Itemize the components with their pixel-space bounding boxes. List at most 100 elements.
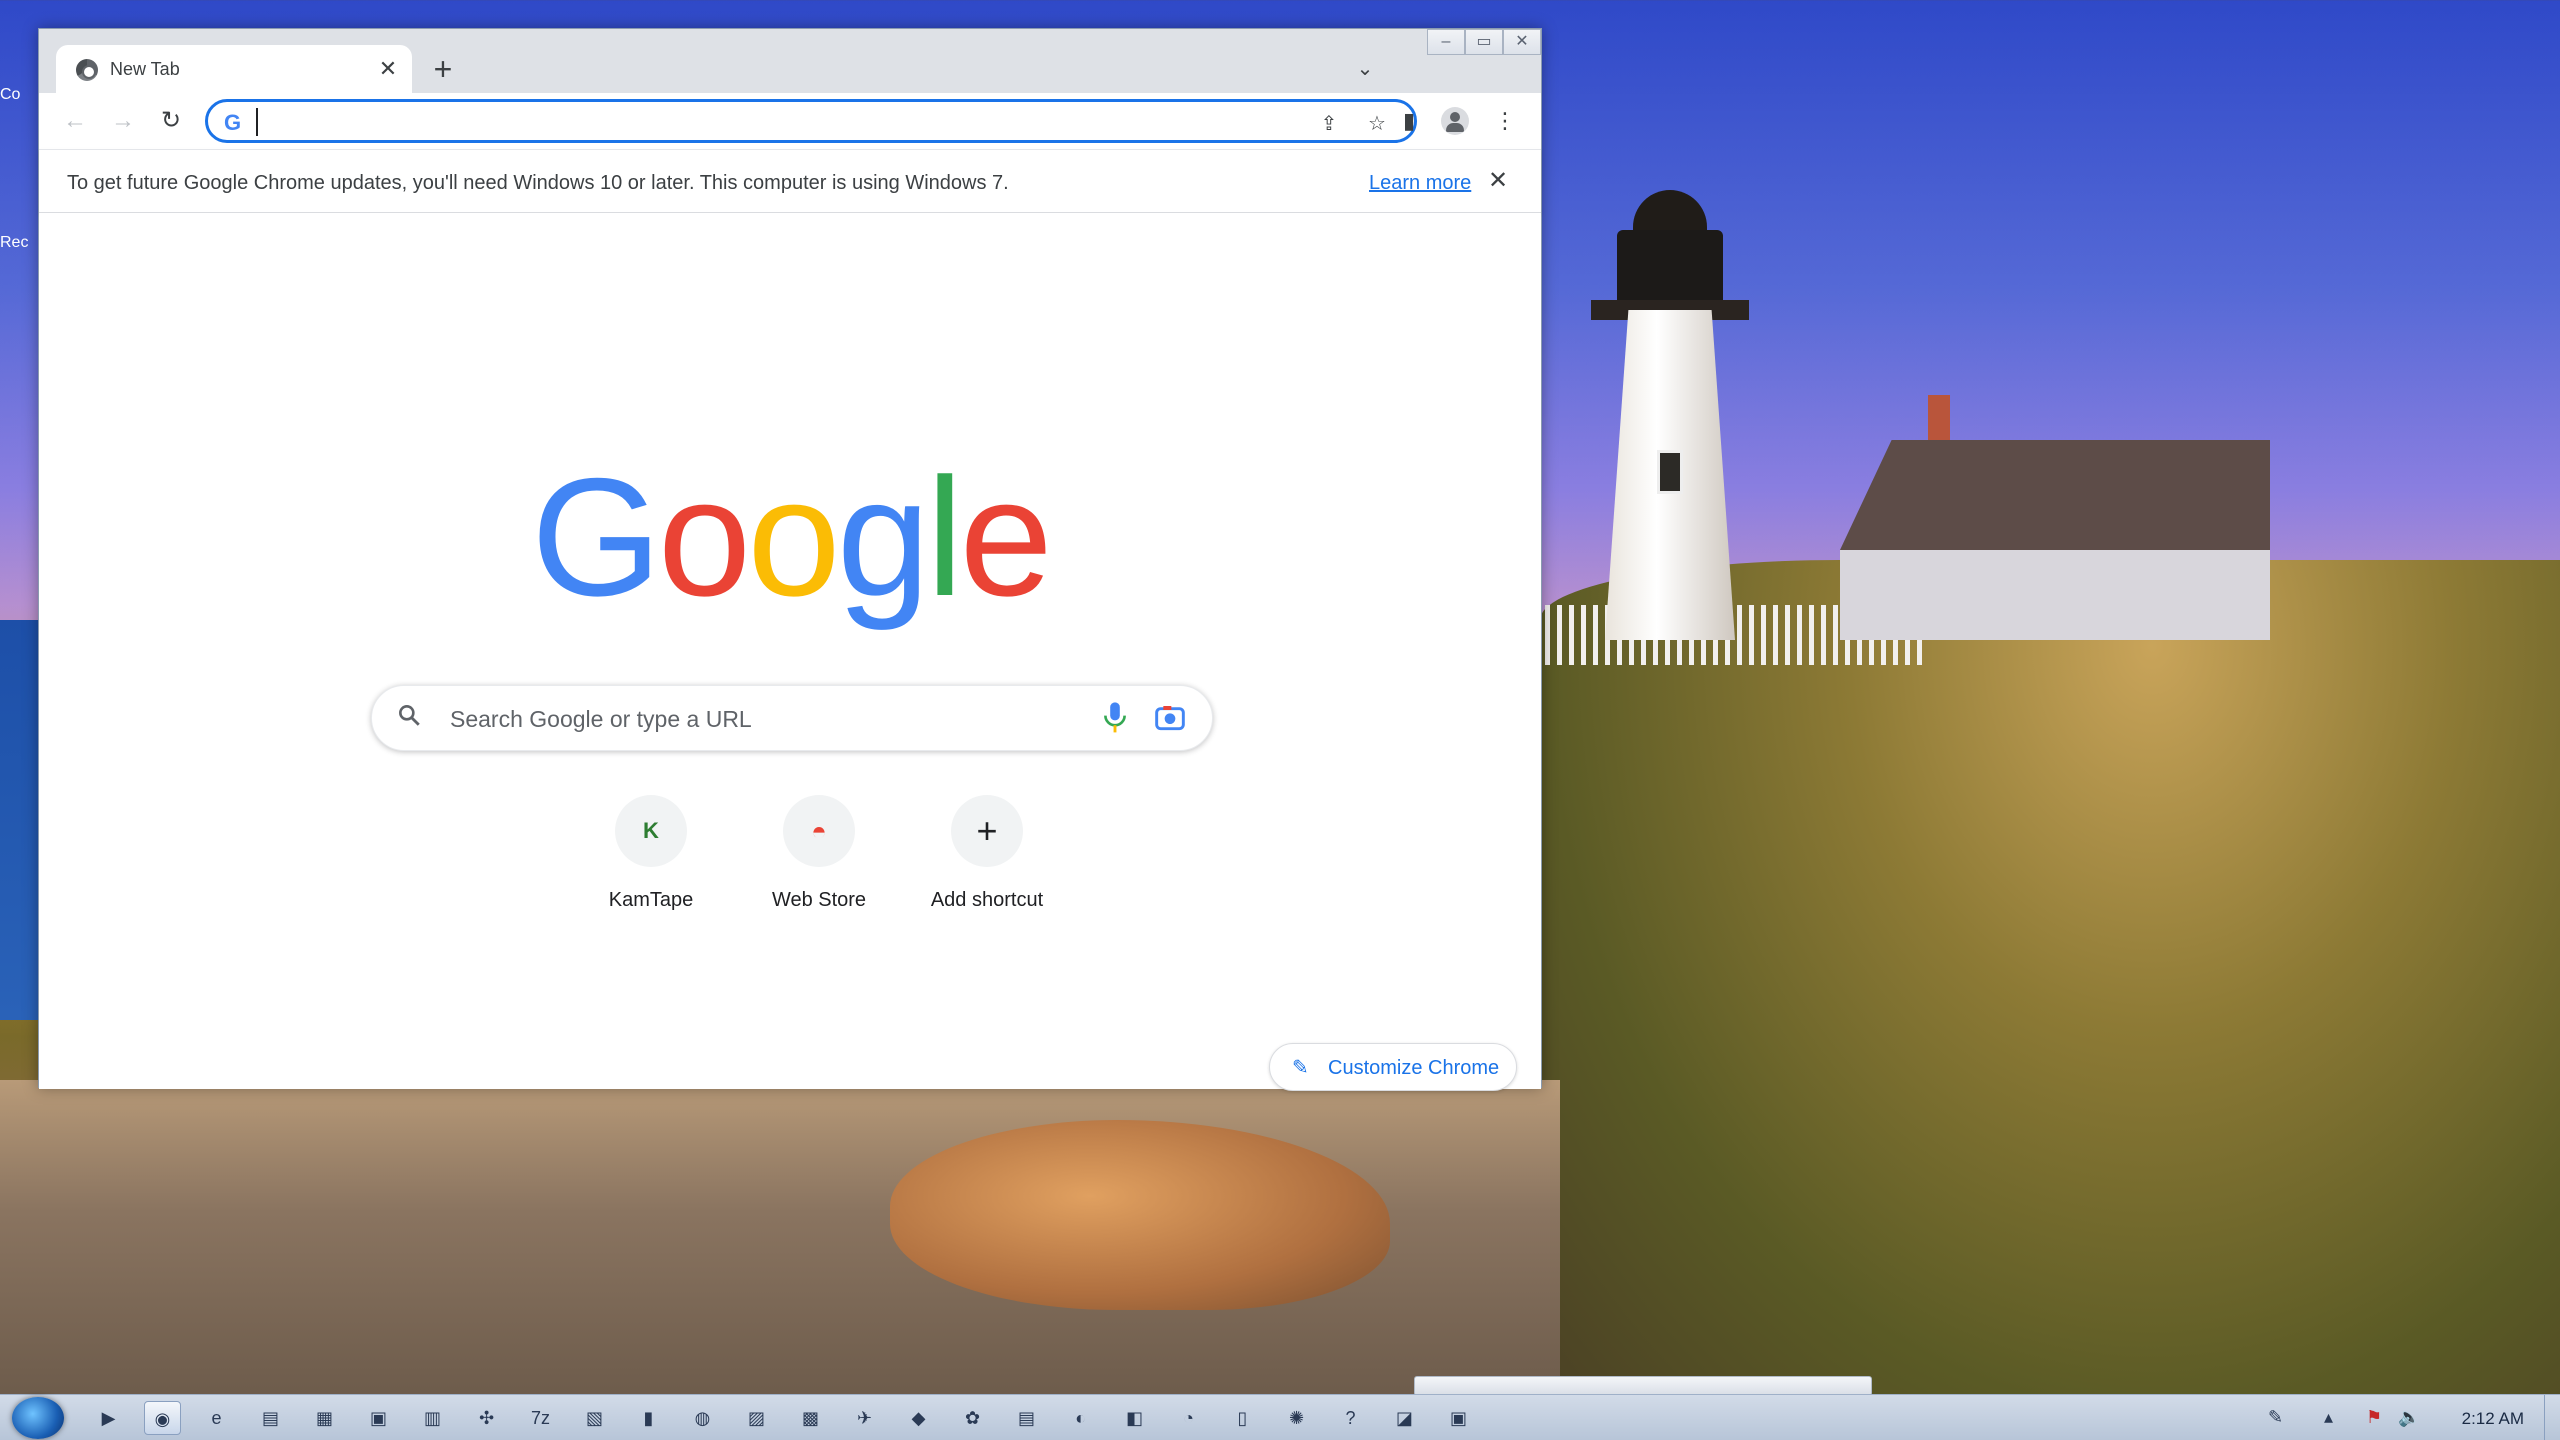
volume-icon[interactable]: 🔈 <box>2398 1407 2420 1428</box>
taskbar-clock[interactable]: 2:12 AM <box>2462 1409 2524 1429</box>
pen-tray-icon[interactable]: ✎ <box>2268 1407 2283 1428</box>
side-panel-icon[interactable]: ▮ <box>1391 103 1427 139</box>
show-desktop-button[interactable] <box>2544 1395 2560 1440</box>
shortcut-add[interactable]: + Add shortcut <box>915 795 1059 925</box>
browser-toolbar: ← → ↻ G ⇪ ☆ ▮ ⋮ <box>39 93 1541 149</box>
chrome-window: New Tab ✕ + ⌄ – ▭ ✕ ← → ↻ G ⇪ ☆ ▮ ⋮ To g… <box>38 28 1542 1091</box>
desktop-icon-label: Rec <box>0 234 29 251</box>
lighthouse-lantern <box>1617 230 1723 310</box>
taskbar-app[interactable]: ✿ <box>954 1401 991 1435</box>
address-bar[interactable]: G ⇪ ☆ <box>205 99 1417 143</box>
lighthouse-window <box>1657 450 1683 494</box>
tab-title: New Tab <box>110 59 180 79</box>
shortcut-kamtape[interactable]: K KamTape <box>579 795 723 925</box>
kamtape-icon: K <box>615 795 687 867</box>
desktop-icon-computer[interactable]: Co <box>0 86 40 104</box>
taskbar-app[interactable]: ▤ <box>1008 1401 1045 1435</box>
chrome-menu-icon[interactable]: ⋮ <box>1487 103 1523 139</box>
taskbar-app[interactable]: ▥ <box>414 1401 451 1435</box>
logo-letter: l <box>926 443 963 631</box>
minimize-button[interactable]: – <box>1427 29 1465 55</box>
taskbar-app[interactable]: ▮ <box>630 1401 667 1435</box>
tab-search-chevron-icon[interactable]: ⌄ <box>1351 55 1379 83</box>
logo-letter: g <box>836 443 930 631</box>
start-button[interactable] <box>12 1397 64 1439</box>
chrome-favicon-icon <box>76 59 98 81</box>
tab-strip: New Tab ✕ + ⌄ – ▭ ✕ <box>39 29 1541 93</box>
infobar-message: To get future Google Chrome updates, you… <box>67 172 1009 194</box>
desktop-icon-recycle-bin[interactable]: Rec <box>0 234 40 252</box>
taskbar-app[interactable]: ✈ <box>846 1401 883 1435</box>
taskbar-app[interactable]: ▦ <box>306 1401 343 1435</box>
taskbar-app[interactable]: ◐ <box>1062 1401 1099 1435</box>
share-icon[interactable]: ⇪ <box>1314 109 1344 139</box>
taskbar-app[interactable]: ▨ <box>738 1401 775 1435</box>
customize-chrome-label: Customize Chrome <box>1328 1057 1500 1079</box>
address-input[interactable] <box>256 108 1256 136</box>
web-store-icon: ◓ <box>783 795 855 867</box>
wallpaper-roof <box>1840 440 2270 550</box>
logo-letter: o <box>657 443 751 631</box>
taskbar-app[interactable]: ▣ <box>360 1401 397 1435</box>
search-placeholder: Search Google or type a URL <box>450 706 752 732</box>
taskbar-app-internet-explorer[interactable]: e <box>198 1401 235 1435</box>
taskbar-app[interactable]: ▩ <box>792 1401 829 1435</box>
wallpaper-lighthouse <box>1575 150 1765 640</box>
shortcut-label: Web Store <box>771 889 867 911</box>
infobar-close-icon[interactable]: ✕ <box>1483 166 1513 196</box>
forward-arrow-icon[interactable]: → <box>105 103 141 139</box>
maximize-button[interactable]: ▭ <box>1465 29 1503 55</box>
taskbar-app[interactable]: ◪ <box>1386 1401 1423 1435</box>
desktop-icon-label: Co <box>0 86 21 103</box>
wallpaper-hill <box>1540 560 2560 1420</box>
logo-letter: o <box>747 443 840 631</box>
shortcut-label: Add shortcut <box>930 889 1044 911</box>
learn-more-link[interactable]: Learn more <box>1369 172 1471 195</box>
taskbar-app-chrome[interactable]: ◉ <box>144 1401 181 1435</box>
action-center-flag-icon[interactable]: ⚑ <box>2366 1407 2382 1428</box>
google-lens-icon[interactable] <box>1154 702 1186 734</box>
back-arrow-icon[interactable]: ← <box>57 103 93 139</box>
taskbar-app[interactable]: ▧ <box>576 1401 613 1435</box>
close-window-button[interactable]: ✕ <box>1503 29 1541 55</box>
taskbar-app-media-player[interactable]: ▶ <box>90 1401 127 1435</box>
taskbar-app-firefox[interactable]: ◍ <box>684 1401 721 1435</box>
taskbar-app[interactable]: ▣ <box>1440 1401 1477 1435</box>
system-tray: ✎ ▴ ⚑ 🔈 2:12 AM <box>2260 1395 2560 1440</box>
taskbar-app[interactable]: ▯ <box>1224 1401 1261 1435</box>
taskbar: ▶ ◉ e ▤ ▦ ▣ ▥ ✣ 7z ▧ ▮ ◍ ▨ ▩ ✈ ◆ ✿ ▤ ◐ ◧… <box>0 1394 2560 1440</box>
google-g-icon: G <box>224 110 242 135</box>
window-controls: – ▭ ✕ <box>1427 29 1541 57</box>
ntp-search-box[interactable]: Search Google or type a URL <box>371 685 1213 751</box>
pencil-icon: ✎ <box>1292 1057 1309 1079</box>
show-hidden-icons-icon[interactable]: ▴ <box>2324 1407 2333 1428</box>
wallpaper-house <box>1840 395 2270 640</box>
tab-close-icon[interactable]: ✕ <box>374 55 402 83</box>
google-logo: Google <box>39 453 1541 621</box>
search-icon <box>396 702 422 735</box>
new-tab-button[interactable]: + <box>425 51 461 87</box>
taskbar-app[interactable]: ✺ <box>1278 1401 1315 1435</box>
tab-new-tab[interactable]: New Tab ✕ <box>56 45 412 93</box>
taskbar-app-explorer[interactable]: ▤ <box>252 1401 289 1435</box>
taskbar-app-help[interactable]: ? <box>1332 1401 1369 1435</box>
add-icon: + <box>951 795 1023 867</box>
reload-icon[interactable]: ↻ <box>153 103 189 139</box>
profile-avatar-icon[interactable] <box>1441 107 1469 135</box>
taskbar-app[interactable]: ✣ <box>468 1401 505 1435</box>
shortcut-web-store[interactable]: ◓ Web Store <box>747 795 891 925</box>
shortcut-label: KamTape <box>608 889 694 911</box>
update-infobar: To get future Google Chrome updates, you… <box>39 149 1541 213</box>
customize-chrome-button[interactable]: ✎ Customize Chrome <box>1269 1043 1517 1091</box>
logo-letter: e <box>959 443 1052 631</box>
microphone-icon[interactable] <box>1100 700 1130 736</box>
logo-letter: G <box>531 443 662 631</box>
taskbar-app-7zip[interactable]: 7z <box>522 1401 559 1435</box>
taskbar-app[interactable]: ◔ <box>1170 1401 1207 1435</box>
bookmark-star-icon[interactable]: ☆ <box>1362 109 1392 139</box>
taskbar-app[interactable]: ◧ <box>1116 1401 1153 1435</box>
wallpaper-house-wall <box>1840 550 2270 640</box>
floating-toolbar-strip[interactable] <box>1414 1376 1872 1396</box>
taskbar-app[interactable]: ◆ <box>900 1401 937 1435</box>
shortcuts-row: K KamTape ◓ Web Store + Add shortcut <box>579 795 1059 925</box>
